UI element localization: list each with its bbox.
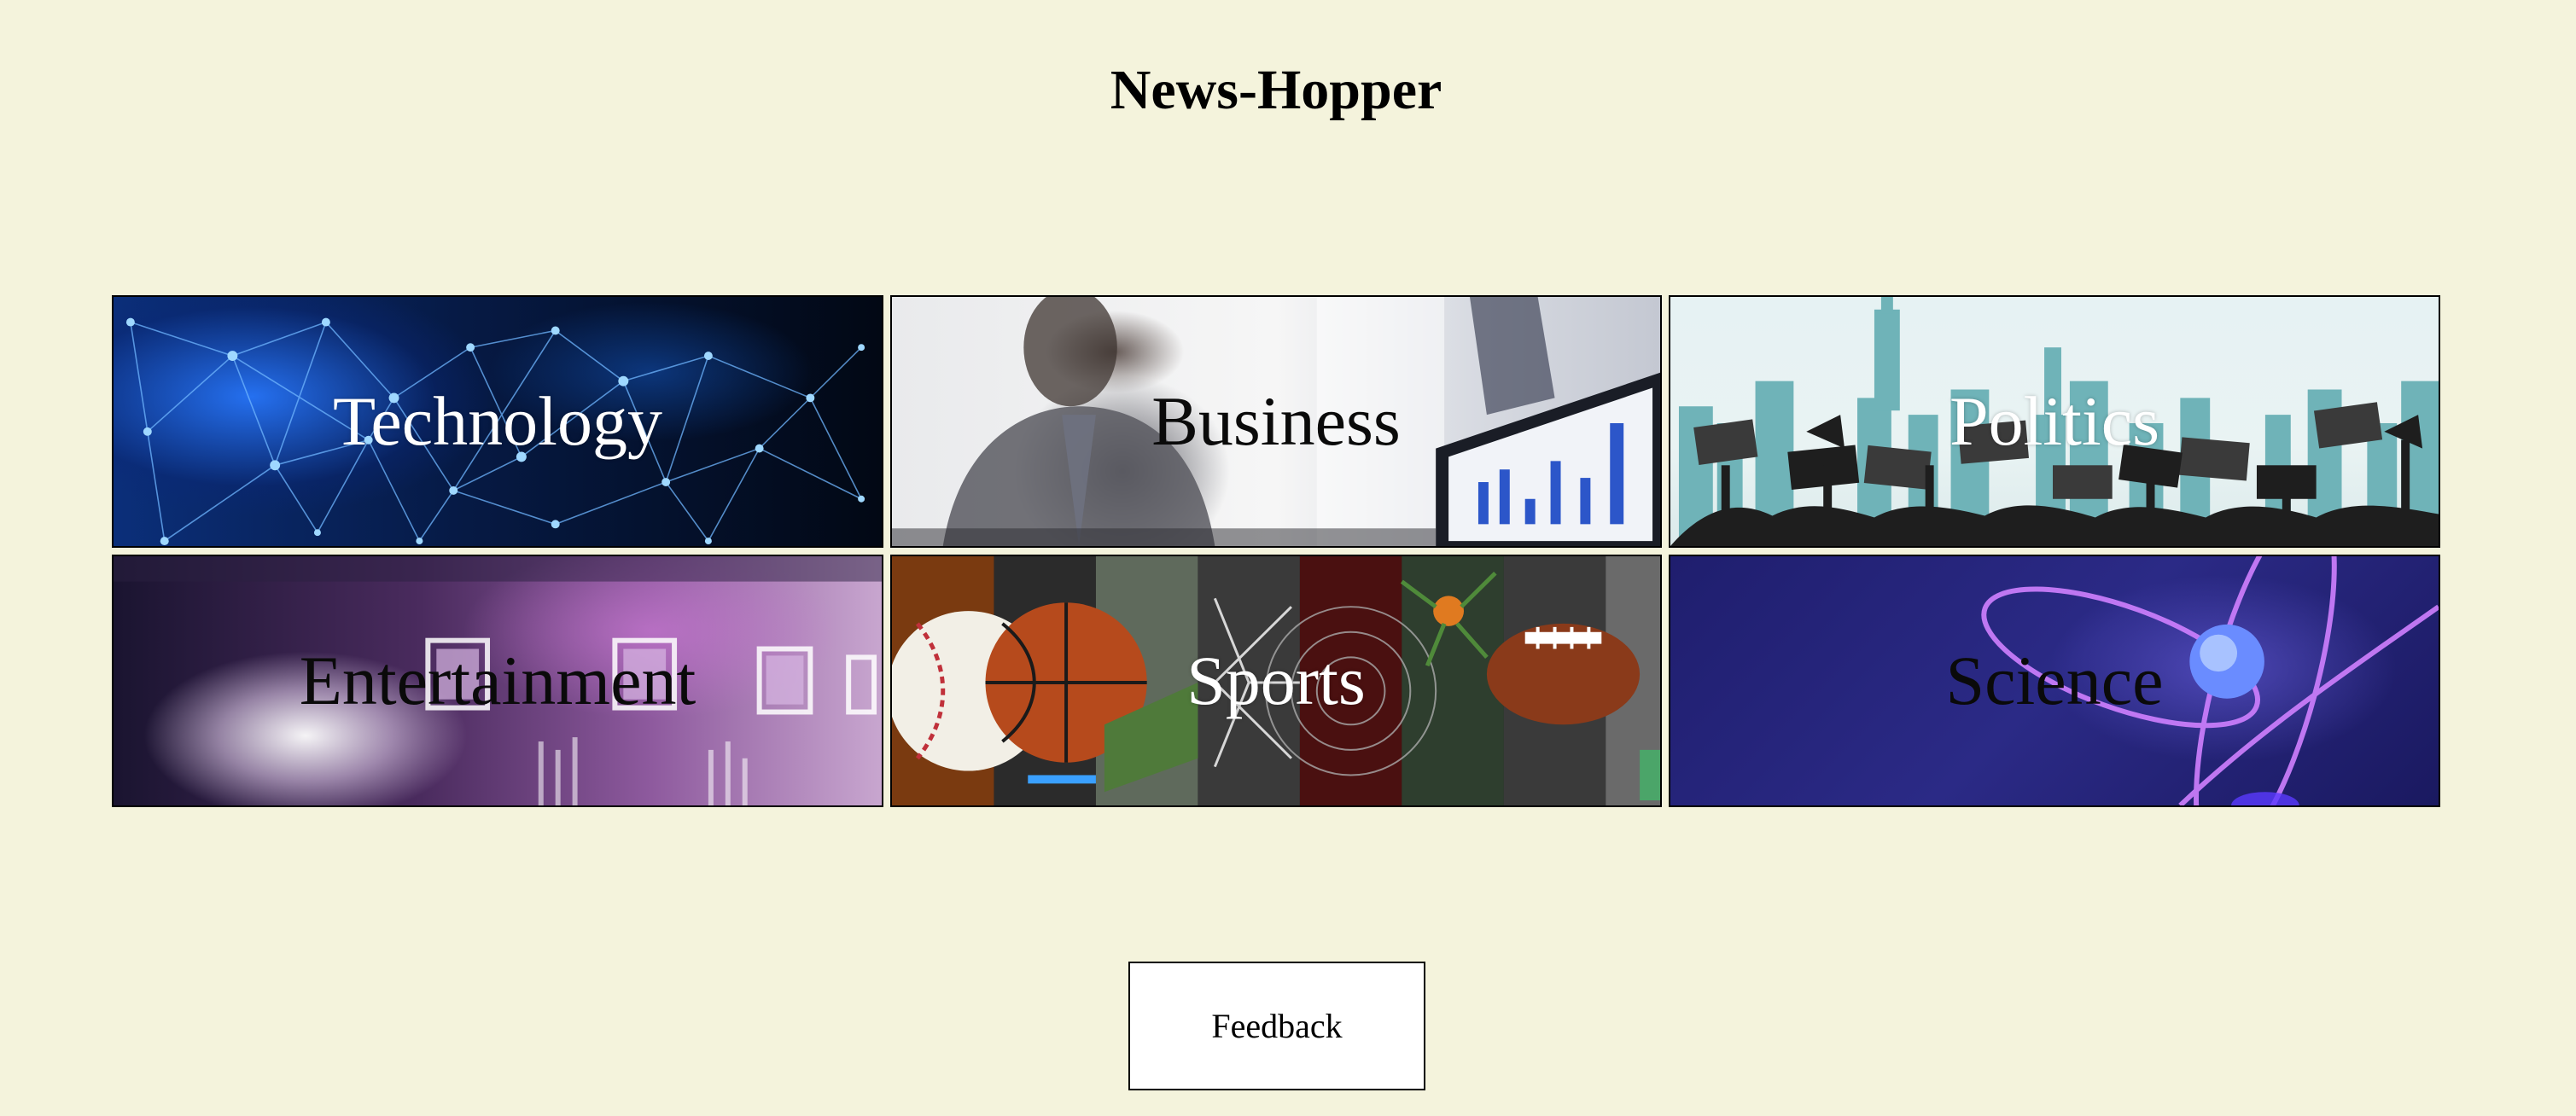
category-label-politics: Politics [1949,382,2160,460]
category-tile-business[interactable]: Business [890,295,1662,548]
news-hopper-page: News-Hopper Technology Business Politics… [0,0,2576,1116]
feedback-button[interactable]: Feedback [1128,962,1425,1090]
category-tile-entertainment[interactable]: Entertainment [112,555,883,807]
category-grid: Technology Business Politics Entertainme… [112,295,2442,807]
page-title: News-Hopper [1110,59,1442,121]
category-tile-technology[interactable]: Technology [112,295,883,548]
category-label-business: Business [1151,382,1401,460]
category-tile-sports[interactable]: Sports [890,555,1662,807]
category-label-science: Science [1945,642,2164,719]
category-tile-science[interactable]: Science [1669,555,2440,807]
category-label-technology: Technology [333,382,662,460]
category-label-sports: Sports [1186,642,1366,719]
category-label-entertainment: Entertainment [299,642,696,719]
category-tile-politics[interactable]: Politics [1669,295,2440,548]
